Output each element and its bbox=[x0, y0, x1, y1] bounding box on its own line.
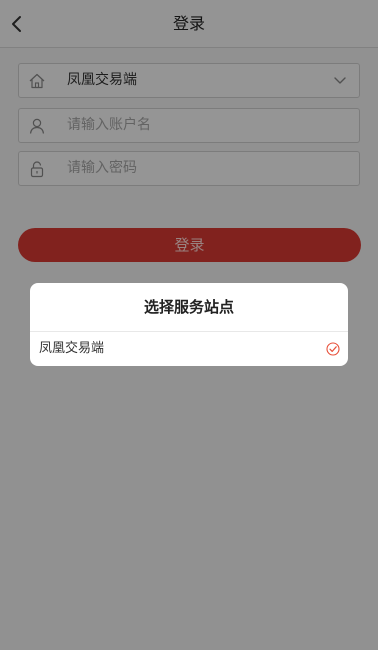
dialog-title: 选择服务站点 bbox=[143, 298, 234, 316]
station-dialog: 选择服务站点 凤凰交易端 bbox=[30, 283, 348, 366]
check-circle-icon bbox=[326, 342, 340, 356]
station-option[interactable]: 凤凰交易端 bbox=[30, 332, 348, 366]
option-label: 凤凰交易端 bbox=[39, 341, 105, 356]
